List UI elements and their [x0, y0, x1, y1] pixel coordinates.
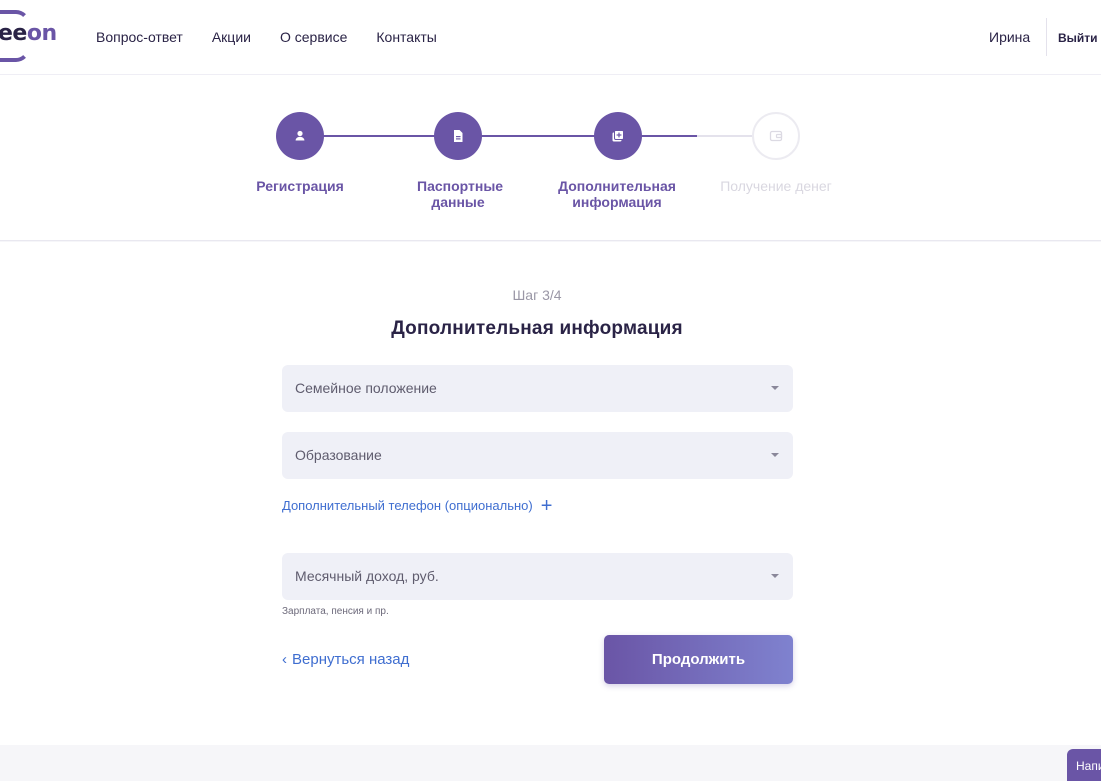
step-2-circle: [434, 112, 482, 160]
logo-text: eeon: [0, 21, 57, 46]
marital-status-placeholder: Семейное положение: [295, 380, 437, 396]
step-connector-1: [322, 135, 436, 137]
document-icon: [454, 130, 463, 142]
wallet-icon: [769, 130, 783, 142]
continue-button[interactable]: Продолжить: [604, 635, 793, 684]
nav-about[interactable]: О сервисе: [280, 29, 347, 45]
nav-promotions[interactable]: Акции: [212, 29, 251, 45]
caret-down-icon: [771, 386, 779, 390]
user-icon: [295, 130, 305, 141]
income-hint: Зарплата, пенсия и пр.: [282, 606, 389, 617]
logout-button[interactable]: Выйти: [1058, 31, 1098, 45]
nav-faq[interactable]: Вопрос-ответ: [96, 29, 183, 45]
step-connector-3: [640, 135, 697, 137]
step-counter: Шаг 3/4: [512, 287, 562, 303]
logo[interactable]: eeon: [0, 10, 57, 62]
plus-icon: +: [540, 494, 553, 517]
step-4-label: Получение денег: [720, 178, 832, 194]
caret-down-icon: [771, 574, 779, 578]
education-select[interactable]: Образование: [282, 432, 793, 479]
add-document-icon: [612, 130, 624, 142]
progress-stepper: Регистрация Паспортные данные Дополнител…: [0, 74, 1101, 241]
add-phone-link[interactable]: Дополнительный телефон (опционально) +: [282, 494, 553, 517]
back-label: Вернуться назад: [292, 651, 410, 668]
step-4-circle: [752, 112, 800, 160]
step-connector-2: [480, 135, 596, 137]
user-name[interactable]: Ирина: [989, 29, 1030, 45]
chevron-left-icon: ‹: [282, 651, 287, 668]
step-2-label: Паспортные данные: [417, 178, 504, 210]
add-phone-label: Дополнительный телефон (опционально): [282, 498, 533, 513]
step-3-label: Дополнительная информация: [558, 178, 676, 210]
step-connector-3-remaining: [697, 135, 753, 137]
nav-contacts[interactable]: Контакты: [376, 29, 436, 45]
monthly-income-placeholder: Месячный доход, руб.: [295, 568, 439, 584]
form-panel: Шаг 3/4 Дополнительная информация Семейн…: [0, 242, 1101, 745]
chat-button[interactable]: Напишите нам: [1067, 749, 1101, 781]
top-bar: eeon Вопрос-ответ Акции О сервисе Контак…: [0, 0, 1101, 74]
monthly-income-select[interactable]: Месячный доход, руб.: [282, 553, 793, 600]
step-1-circle: [276, 112, 324, 160]
main-nav: Вопрос-ответ Акции О сервисе Контакты: [96, 29, 466, 45]
form-title: Дополнительная информация: [391, 318, 683, 339]
marital-status-select[interactable]: Семейное положение: [282, 365, 793, 412]
header-divider: [1046, 18, 1047, 56]
back-button[interactable]: ‹ Вернуться назад: [282, 651, 409, 668]
step-3-circle: [594, 112, 642, 160]
caret-down-icon: [771, 453, 779, 457]
education-placeholder: Образование: [295, 447, 382, 463]
step-1-label: Регистрация: [256, 178, 344, 194]
